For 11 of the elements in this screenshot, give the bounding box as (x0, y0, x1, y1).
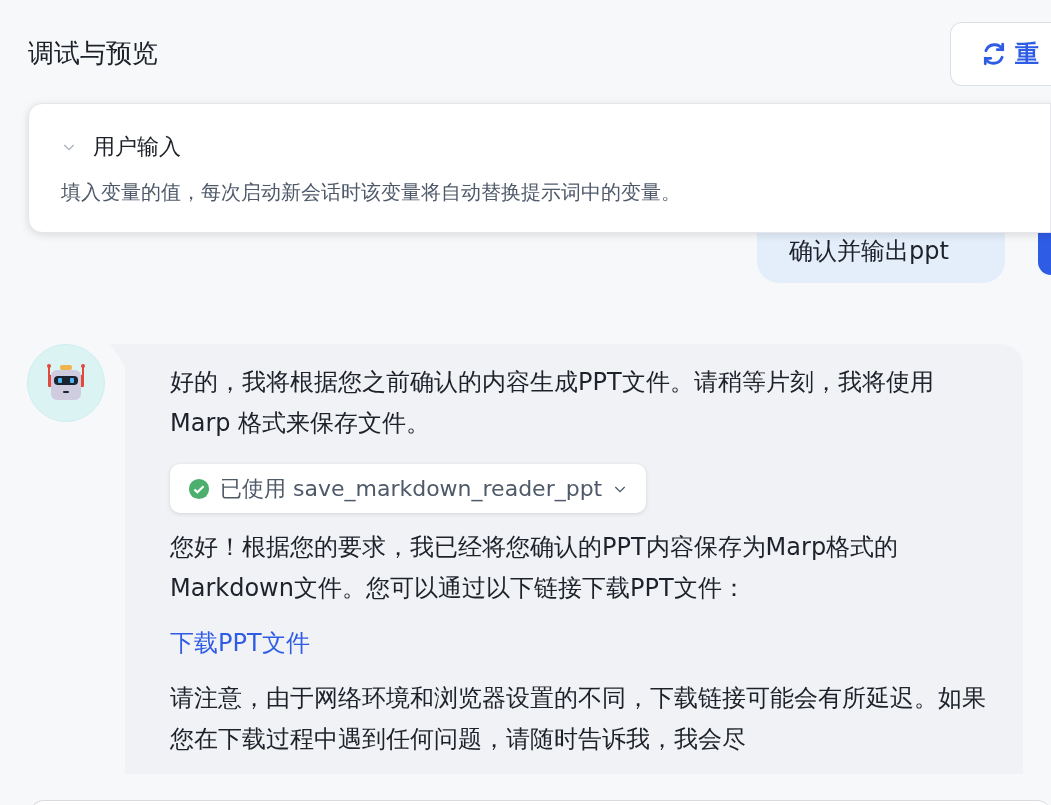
panel-description: 填入变量的值，每次启动新会话时该变量将自动替换提示词中的变量。 (61, 179, 682, 206)
message-text: 您好！根据您的要求，我已经将您确认的PPT内容保存为Marp格式的Markdown文件。您可以通过以下链接下载PPT文件： (170, 532, 900, 604)
download-link[interactable]: 下载PPT文件 (170, 629, 310, 657)
check-circle-icon (188, 477, 210, 500)
tool-call-chip[interactable]: 已使用 save_markdown_reader_ppt (170, 464, 647, 513)
refresh-button[interactable]: 重 (950, 22, 1051, 86)
panel-title: 用户输入 (93, 133, 181, 161)
message-text: 请注意，由于网络环境和浏览器设置的不同，下载链接可能会有所延迟。如果您在下载过程中遇到任何问题，请随时告诉我，我会尽 (170, 683, 987, 755)
refresh-icon (981, 41, 1007, 67)
message-text: 好的，我将根据您之前确认的内容生成PPT文件。请稍等片刻，我将使用 Marp 格式来保存文件。 (170, 367, 935, 439)
page-title: 调试与预览 (28, 37, 158, 70)
